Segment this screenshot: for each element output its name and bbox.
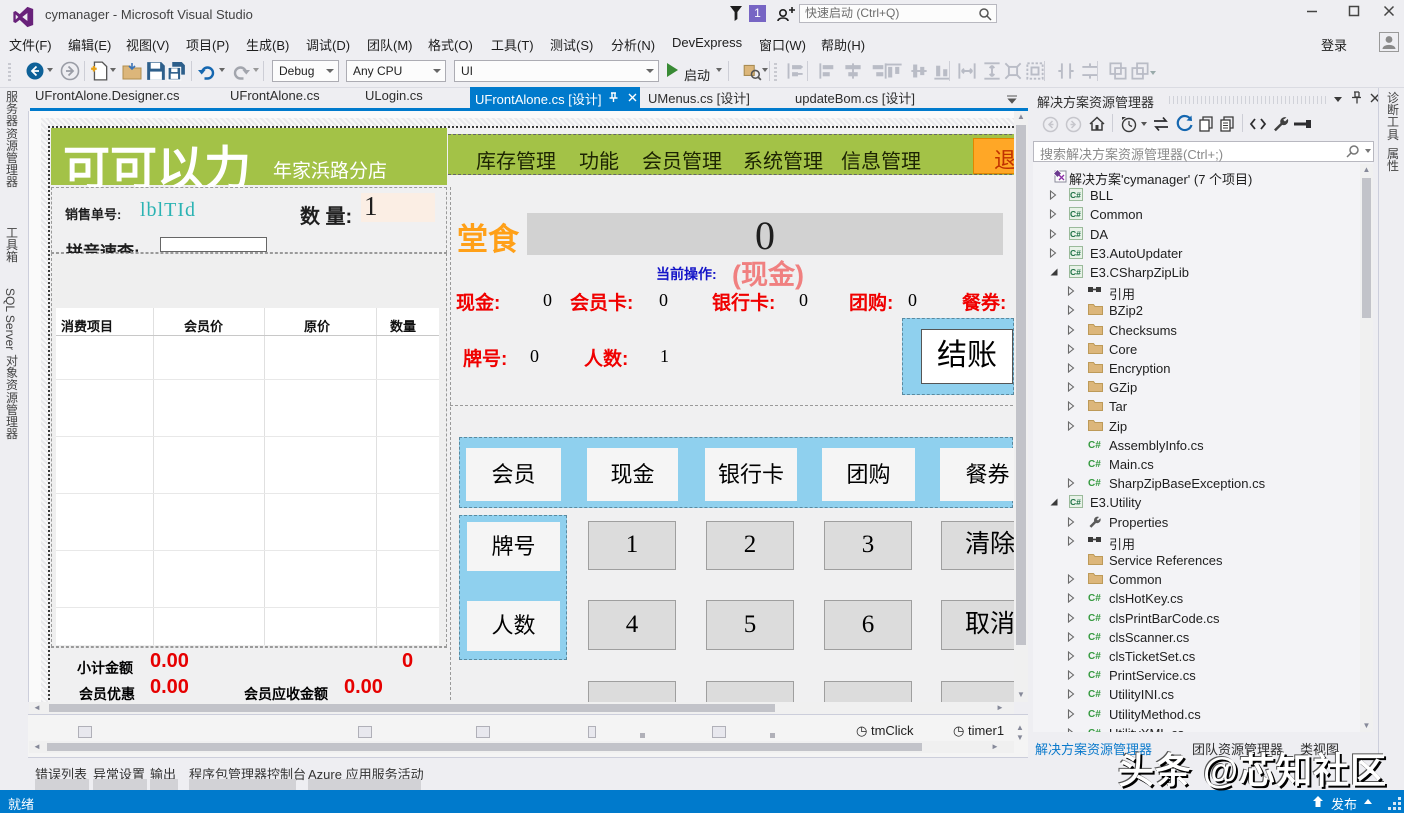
svg-text:C#: C# bbox=[1088, 459, 1101, 470]
svg-text:C#: C# bbox=[1070, 190, 1081, 200]
svg-text:C#: C# bbox=[1088, 670, 1101, 681]
svg-text:C#: C# bbox=[1088, 689, 1101, 700]
svg-text:C#: C# bbox=[1088, 440, 1101, 451]
svg-text:C#: C# bbox=[1070, 497, 1081, 507]
svg-text:C#: C# bbox=[1088, 632, 1101, 643]
svg-text:C#: C# bbox=[1088, 709, 1101, 720]
svg-text:C#: C# bbox=[1088, 651, 1101, 662]
svg-text:C#: C# bbox=[1088, 478, 1101, 489]
svg-text:C#: C# bbox=[1070, 209, 1081, 219]
svg-text:C#: C# bbox=[1088, 613, 1101, 624]
svg-text:C#: C# bbox=[1070, 229, 1081, 239]
svg-text:C#: C# bbox=[1070, 267, 1081, 277]
svg-text:C#: C# bbox=[1088, 593, 1101, 604]
svg-text:C#: C# bbox=[1070, 248, 1081, 258]
svg-text:C#: C# bbox=[1088, 728, 1101, 732]
